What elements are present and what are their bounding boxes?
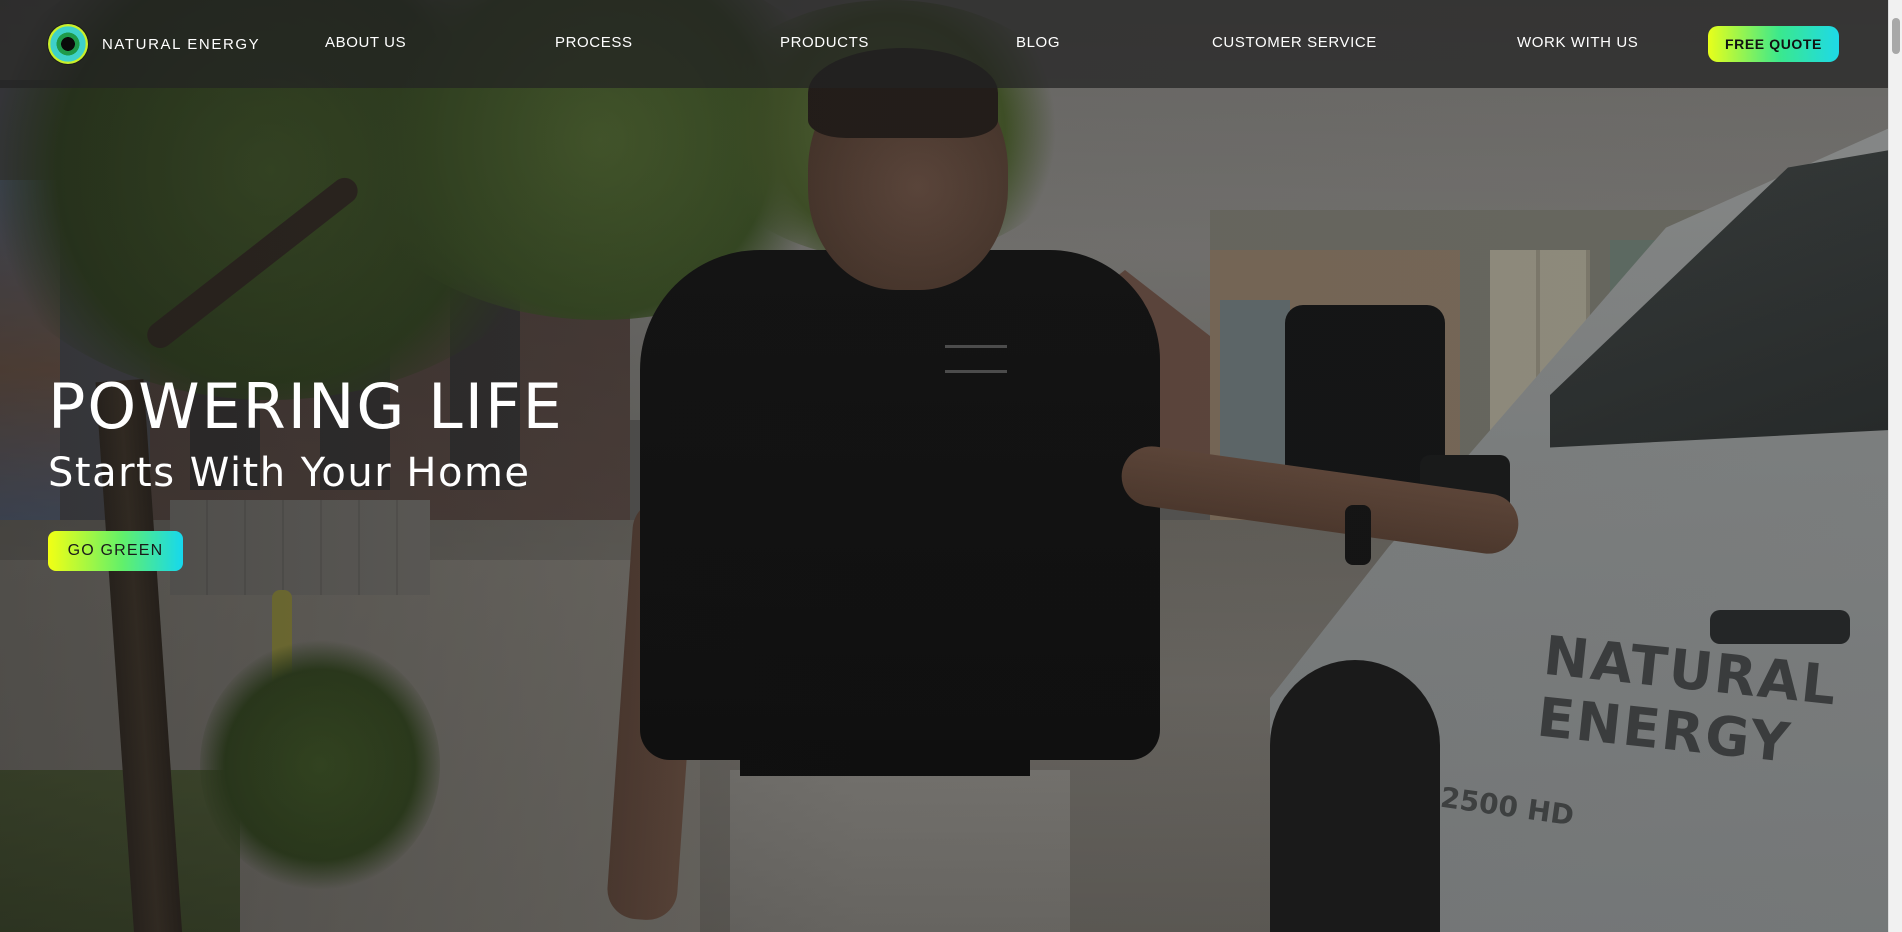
brand-name: NATURAL ENERGY (102, 35, 261, 53)
nav-products[interactable]: PRODUCTS (780, 34, 869, 51)
site-header: NATURAL ENERGY ABOUT US PROCESS PRODUCTS… (0, 0, 1888, 88)
natural-energy-logo-icon (48, 24, 88, 64)
nav-customer-service[interactable]: CUSTOMER SERVICE (1212, 34, 1377, 51)
free-quote-button[interactable]: FREE QUOTE (1708, 26, 1839, 62)
nav-work-with-us[interactable]: WORK WITH US (1517, 34, 1638, 51)
hero-subtitle: Starts With Your Home (48, 450, 531, 496)
nav-blog[interactable]: BLOG (1016, 34, 1060, 51)
brand-logo-link[interactable]: NATURAL ENERGY (48, 24, 260, 64)
hero-title: POWERING LIFE (48, 370, 564, 443)
nav-about-us[interactable]: ABOUT US (325, 34, 406, 51)
scrollbar-thumb[interactable] (1892, 18, 1900, 54)
go-green-button[interactable]: GO GREEN (48, 531, 183, 571)
nav-process[interactable]: PROCESS (555, 34, 633, 51)
page-scrollbar[interactable] (1888, 0, 1902, 932)
page: NATURALENERGY 2500 HD NATURAL ENERGY ABO… (0, 0, 1902, 932)
